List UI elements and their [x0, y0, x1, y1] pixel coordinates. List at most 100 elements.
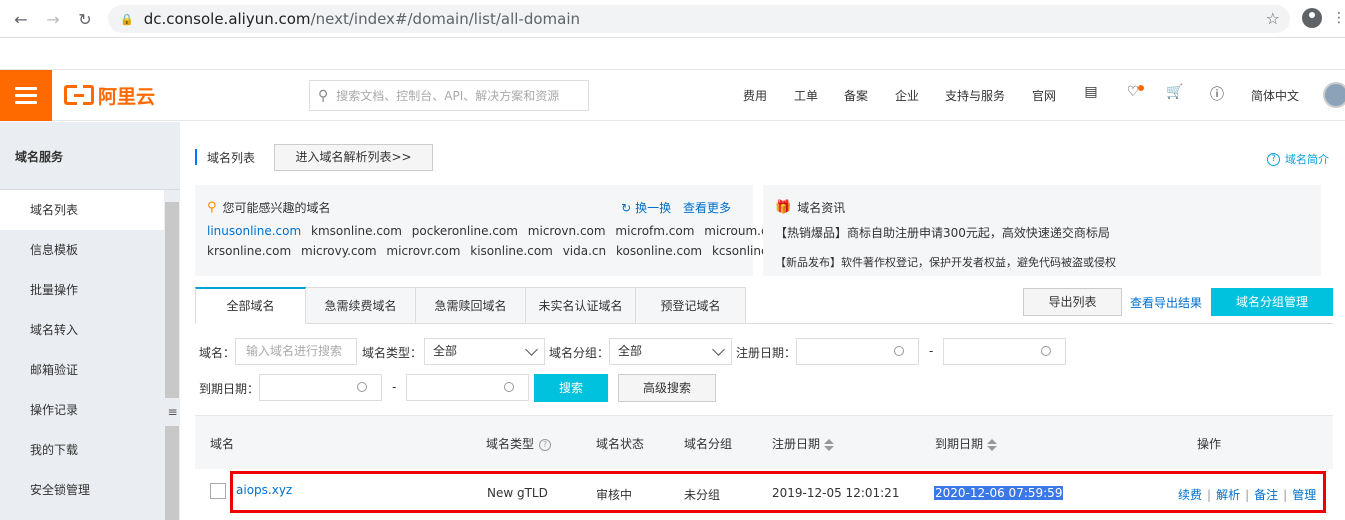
suggested-domain[interactable]: kmsonline.com — [311, 224, 402, 238]
export-list-button[interactable]: 导出列表 — [1023, 288, 1122, 316]
gift-icon: 🎁 — [775, 200, 792, 215]
nav-enterprise[interactable]: 企业 — [895, 87, 919, 104]
col-exp-date[interactable]: 到期日期 — [935, 435, 998, 452]
bookmark-star-icon[interactable]: ☆ — [1266, 9, 1280, 28]
question-circle-icon: ? — [1267, 152, 1280, 166]
global-search-input[interactable]: ⚲ 搜索文档、控制台、API、解决方案和资源 — [309, 80, 589, 111]
title-accent-bar — [195, 149, 197, 165]
table-header: 域名 域名类型? 域名状态 域名分组 注册日期 到期日期 操作 — [195, 415, 1333, 469]
clock-icon — [1041, 346, 1051, 356]
sidebar-item-transfer-in[interactable]: 域名转入 — [0, 310, 164, 350]
domain-group-mgmt-button[interactable]: 域名分组管理 — [1211, 288, 1333, 316]
suggested-domain[interactable]: pockeronline.com — [412, 224, 518, 238]
domain-news-card: 🎁 域名资讯 【热销爆品】商标自助注册申请300元起，高效快速递交商标局 【新品… — [763, 185, 1321, 276]
col-group: 域名分组 — [684, 437, 733, 451]
suggested-domain[interactable]: kisonline.com — [470, 244, 553, 258]
address-bar[interactable]: 🔒 dc.console.aliyun.com/next/index#/doma… — [108, 5, 1290, 33]
nav-icp[interactable]: 备案 — [844, 87, 868, 104]
aliyun-logo-mark-icon — [64, 84, 94, 106]
domain-intro-link[interactable]: ? 域名简介 — [1267, 151, 1329, 167]
help-icon[interactable]: ⓘ — [1208, 84, 1226, 103]
user-avatar[interactable] — [1323, 82, 1345, 108]
refresh-link[interactable]: 换一换 — [635, 201, 671, 215]
search-placeholder: 搜索文档、控制台、API、解决方案和资源 — [336, 89, 560, 103]
domain-news-title: 域名资讯 — [797, 201, 846, 215]
suggested-domains-card: ⚲ 您可能感兴趣的域名 ↻ 换一换 查看更多 linusonline.com km… — [195, 185, 798, 276]
news-item[interactable]: 【新品发布】软件著作权登记，保护开发者权益，避免代码被盗或侵权 — [775, 254, 1116, 270]
tabs-baseline — [746, 323, 1333, 324]
sidebar-collapse-icon[interactable]: ≡ — [165, 398, 180, 426]
reg-date-label: 注册日期： — [736, 346, 797, 360]
domain-type-select[interactable]: 全部 — [424, 338, 545, 365]
tab-renew-needed[interactable]: 急需续费域名 — [306, 287, 416, 324]
domain-filter-label: 域名： — [199, 346, 236, 360]
col-actions: 操作 — [1197, 437, 1222, 451]
exp-date-end-input[interactable] — [406, 374, 529, 401]
col-reg-date[interactable]: 注册日期 — [772, 435, 835, 452]
search-icon: ⚲ — [318, 87, 329, 104]
nav-tickets[interactable]: 工单 — [794, 87, 818, 104]
goto-dns-list-button[interactable]: 进入域名解析列表>> — [274, 144, 433, 171]
suggested-domain[interactable]: kosonline.com — [616, 244, 702, 258]
news-item[interactable]: 【热销爆品】商标自助注册申请300元起，高效快速递交商标局 — [775, 224, 1110, 241]
col-exp-date-label: 到期日期 — [935, 437, 984, 451]
suggested-domain[interactable]: linusonline.com — [207, 224, 301, 238]
suggested-domain[interactable]: microvn.com — [528, 224, 606, 238]
terminal-icon[interactable]: ▤ — [1082, 84, 1100, 102]
language-switch[interactable]: 简体中文 — [1251, 87, 1299, 104]
suggested-domain[interactable]: krsonline.com — [207, 244, 291, 258]
hamburger-menu-icon[interactable] — [0, 70, 52, 121]
back-arrow-icon[interactable]: ← — [10, 8, 32, 30]
exp-date-start-input[interactable] — [259, 374, 382, 401]
view-export-results-link[interactable]: 查看导出结果 — [1130, 294, 1202, 311]
domain-group-value: 全部 — [618, 344, 643, 358]
col-type: 域名类型? — [486, 435, 552, 452]
suggested-domain[interactable]: microvy.com — [301, 244, 377, 258]
browser-toolbar: ← → ↻ 🔒 dc.console.aliyun.com/next/index… — [0, 0, 1345, 38]
domain-group-select[interactable]: 全部 — [609, 338, 732, 365]
sidebar-item-email-verify[interactable]: 邮箱验证 — [0, 350, 164, 390]
sort-icon[interactable] — [987, 438, 998, 451]
aliyun-logo[interactable]: 阿里云 — [64, 83, 155, 108]
row-checkbox[interactable] — [210, 483, 226, 499]
suggested-domain[interactable]: microfm.com — [615, 224, 694, 238]
see-more-link[interactable]: 查看更多 — [683, 201, 731, 215]
nav-support[interactable]: 支持与服务 — [945, 87, 1005, 104]
tab-redeem-needed[interactable]: 急需赎回域名 — [416, 287, 526, 324]
sidebar-item-domain-list[interactable]: 域名列表 — [0, 190, 164, 230]
nav-billing[interactable]: 费用 — [743, 87, 767, 104]
sidebar-item-downloads[interactable]: 我的下载 — [0, 430, 164, 470]
domain-intro-label: 域名简介 — [1285, 153, 1329, 166]
reg-date-start-input[interactable] — [796, 338, 919, 365]
domain-search-input[interactable]: 输入域名进行搜索 — [235, 338, 357, 365]
sidebar-item-security-lock[interactable]: 安全锁管理 — [0, 470, 164, 510]
sort-icon[interactable] — [824, 438, 835, 451]
exp-date-label: 到期日期： — [199, 382, 260, 396]
advanced-search-button[interactable]: 高级搜索 — [618, 374, 716, 402]
refresh-icon[interactable]: ↻ — [621, 201, 631, 215]
suggested-domains-row-2: krsonline.com microvy.com microvr.com ki… — [207, 244, 804, 258]
browser-menu-icon[interactable]: ⋮ — [1332, 10, 1345, 26]
sidebar-item-op-log[interactable]: 操作记录 — [0, 390, 164, 430]
sidebar-scrollbar[interactable] — [165, 190, 179, 520]
suggested-actions: ↻ 换一换 查看更多 — [613, 199, 731, 216]
tab-preregistered[interactable]: 预登记域名 — [636, 287, 746, 324]
suggested-domain[interactable]: microvr.com — [386, 244, 460, 258]
tab-unverified[interactable]: 未实名认证域名 — [526, 287, 636, 324]
cart-icon[interactable]: 🛒 — [1166, 84, 1184, 102]
reg-date-end-input[interactable] — [943, 338, 1066, 365]
profile-icon[interactable] — [1302, 8, 1322, 28]
clock-icon — [504, 382, 514, 392]
sidebar-item-info-template[interactable]: 信息模板 — [0, 230, 164, 270]
reload-icon[interactable]: ↻ — [74, 8, 96, 30]
sidebar-item-batch[interactable]: 批量操作 — [0, 270, 164, 310]
nav-official-site[interactable]: 官网 — [1032, 87, 1056, 104]
question-circle-icon[interactable]: ? — [539, 438, 552, 451]
tab-all-domains[interactable]: 全部域名 — [195, 287, 306, 324]
domain-tabs: 全部域名 急需续费域名 急需赎回域名 未实名认证域名 预登记域名 — [195, 287, 746, 324]
col-type-label: 域名类型 — [486, 437, 535, 451]
search-button[interactable]: 搜索 — [534, 374, 608, 402]
suggested-domain[interactable]: vida.cn — [563, 244, 606, 258]
sidebar-title: 域名服务 — [15, 150, 64, 164]
forward-arrow-icon[interactable]: → — [42, 8, 64, 30]
